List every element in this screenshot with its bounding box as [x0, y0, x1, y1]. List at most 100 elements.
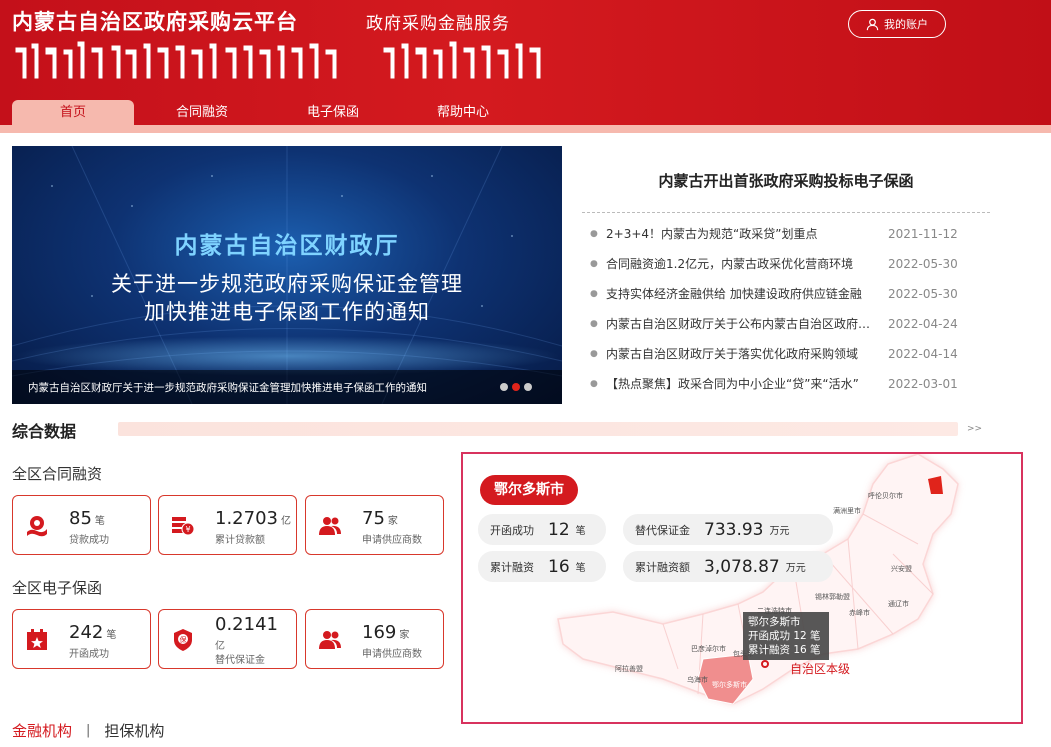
- service-subtitle: 政府采购金融服务: [366, 14, 510, 34]
- replace-deposit-label: 替代保证金: [215, 655, 265, 666]
- news-date: 2022-04-24: [888, 317, 958, 331]
- contract-suppliers-card[interactable]: 75 家 申请供应商数: [305, 495, 444, 555]
- loan-success-unit: 笔: [94, 516, 105, 527]
- users-icon: [319, 517, 341, 535]
- map-stat-financing-count: 累计融资 16 笔: [478, 551, 606, 582]
- institution-tabs: 金融机构 | 担保机构: [12, 720, 164, 741]
- banner-carousel[interactable]: 内蒙古自治区财政厅 关于进一步规范政府采购保证金管理 加快推进电子保函工作的通知…: [12, 146, 562, 404]
- map-stat-label: 替代保证金: [635, 523, 690, 537]
- bullet-icon: ●: [590, 259, 598, 269]
- site-header: 内蒙古自治区政府采购云平台 政府采购金融服务 我的账户 首页 合同融资 电子保函…: [0, 0, 1051, 133]
- news-item[interactable]: ● 2+3+4！内蒙古为规范“政采贷”划重点 2021-11-12: [590, 224, 962, 254]
- region-map-panel: 呼伦贝尔市 满洲里市 兴安盟 通辽市 赤峰市 锡林郭勒盟 二连浩特市 巴彦淖尔市…: [461, 452, 1023, 724]
- banner-line-2: 加快推进电子保函工作的通知: [144, 300, 430, 324]
- news-item[interactable]: ● 支持实体经济金融供给 加快建设政府供应链金融 2022-05-30: [590, 284, 962, 314]
- selected-region-pill: 鄂尔多斯市: [480, 475, 578, 505]
- map-label-xilingol: 锡林郭勒盟: [815, 593, 850, 601]
- tooltip-line-1: 开函成功 12 笔: [748, 630, 821, 642]
- total-loan-unit: 亿: [280, 516, 291, 527]
- bullet-icon: ●: [590, 349, 598, 359]
- banner-caption[interactable]: 内蒙古自治区财政厅关于进一步规范政府采购保证金管理加快推进电子保函工作的通知: [28, 380, 427, 395]
- tooltip-line-2: 累计融资 16 笔: [748, 644, 821, 656]
- map-stat-unit: 笔: [575, 526, 586, 537]
- total-loan-card[interactable]: ¥ 1.2703 亿 累计贷款额: [158, 495, 297, 555]
- news-title[interactable]: 【热点聚焦】政采合同为中小企业“贷”来“活水”: [606, 374, 874, 404]
- news-item[interactable]: ● 内蒙古自治区财政厅关于落实优化政府采购领域 2022-04-14: [590, 344, 962, 374]
- map-label-bayannur: 巴彦淖尔市: [691, 645, 726, 653]
- guarantee-suppliers-unit: 家: [399, 630, 410, 641]
- guarantee-suppliers-card[interactable]: 169 家 申请供应商数: [305, 609, 444, 669]
- map-stat-guarantee-success: 开函成功 12 笔: [478, 514, 606, 545]
- guarantee-success-value: 242: [69, 622, 104, 643]
- replace-deposit-card[interactable]: 保 0.2141 亿 替代保证金: [158, 609, 297, 669]
- tab-financial-institutions[interactable]: 金融机构: [12, 720, 72, 741]
- guarantee-suppliers-value: 169: [362, 622, 397, 643]
- map-stat-unit: 万元: [785, 563, 806, 574]
- loan-success-card[interactable]: 85 笔 贷款成功: [12, 495, 151, 555]
- map-label-hulunbuir: 呼伦贝尔市: [868, 492, 903, 500]
- map-stat-value: 12: [548, 519, 570, 540]
- map-stat-replace-deposit: 替代保证金 733.93 万元: [623, 514, 833, 545]
- news-title[interactable]: 合同融资逾1.2亿元，内蒙古政采优化营商环境: [606, 254, 874, 284]
- platform-title: 内蒙古自治区政府采购云平台: [12, 10, 298, 34]
- tab-guarantee-institutions[interactable]: 担保机构: [104, 720, 164, 741]
- news-item[interactable]: ● 【热点聚焦】政采合同为中小企业“贷”来“活水” 2022-03-01: [590, 374, 962, 404]
- nav-contract-financing[interactable]: 合同融资: [140, 100, 264, 127]
- e-guarantee-title: 全区电子保函: [12, 579, 103, 597]
- map-label-tongliao: 通辽市: [888, 600, 909, 608]
- autonomous-region-level-link[interactable]: 自治区本级: [790, 660, 850, 677]
- carousel-dot[interactable]: [500, 383, 508, 391]
- news-item[interactable]: ● 合同融资逾1.2亿元，内蒙古政采优化营商环境 2022-05-30: [590, 254, 962, 284]
- map-label-alxa: 阿拉善盟: [615, 665, 643, 673]
- shield-icon: 保: [174, 629, 192, 651]
- news-title[interactable]: 内蒙古自治区财政厅关于落实优化政府采购领域: [606, 344, 874, 374]
- contract-suppliers-label: 申请供应商数: [362, 535, 422, 546]
- money-icon: ¥: [172, 517, 195, 536]
- main-nav: 首页 合同融资 电子保函 帮助中心: [0, 100, 1051, 133]
- users-icon: [319, 631, 341, 649]
- my-account-label: 我的账户: [884, 18, 928, 31]
- map-stat-value: 733.93: [704, 519, 764, 540]
- nav-help-center[interactable]: 帮助中心: [400, 100, 526, 127]
- news-list: ● 2+3+4！内蒙古为规范“政采贷”划重点 2021-11-12 ● 合同融资逾1.…: [590, 224, 962, 404]
- guarantee-success-unit: 笔: [106, 630, 117, 641]
- tab-separator: |: [86, 723, 91, 738]
- handshake-icon: [27, 516, 47, 537]
- news-title[interactable]: 2+3+4！内蒙古为规范“政采贷”划重点: [606, 224, 874, 254]
- carousel-dot[interactable]: [524, 383, 532, 391]
- bullet-icon: ●: [590, 379, 598, 389]
- map-label-wuhai: 乌海市: [687, 676, 708, 684]
- news-title[interactable]: 内蒙古自治区财政厅关于公布内蒙古自治区政府采购: [606, 314, 874, 344]
- map-label-xinganmeng: 兴安盟: [891, 565, 912, 573]
- summary-more-link[interactable]: >>: [967, 424, 982, 434]
- contract-suppliers-unit: 家: [387, 516, 398, 527]
- news-date: 2022-05-30: [888, 257, 958, 271]
- banner-line-1: 关于进一步规范政府采购保证金管理: [111, 272, 463, 296]
- carousel-dot-active[interactable]: [512, 383, 520, 391]
- map-stat-label: 开函成功: [490, 523, 534, 537]
- guarantee-success-card[interactable]: 242 笔 开函成功: [12, 609, 151, 669]
- guarantee-suppliers-label: 申请供应商数: [362, 649, 422, 660]
- map-stat-unit: 笔: [575, 563, 586, 574]
- carousel-dots: [500, 383, 532, 391]
- total-loan-label: 累计贷款额: [215, 535, 265, 546]
- my-account-button[interactable]: 我的账户: [848, 10, 946, 38]
- svg-text:保: 保: [180, 635, 187, 644]
- banner-title: 内蒙古自治区财政厅: [174, 233, 400, 259]
- map-label-chifeng: 赤峰市: [849, 609, 870, 617]
- calendar-icon: [27, 629, 47, 650]
- nav-e-guarantee[interactable]: 电子保函: [270, 100, 396, 127]
- contract-financing-title: 全区合同融资: [12, 465, 103, 483]
- nav-home[interactable]: 首页: [12, 100, 134, 133]
- user-icon: [866, 18, 879, 30]
- bullet-icon: ●: [590, 289, 598, 299]
- map-label-ordos[interactable]: 鄂尔多斯市: [712, 680, 747, 690]
- news-title[interactable]: 支持实体经济金融供给 加快建设政府供应链金融: [606, 284, 874, 314]
- bullet-icon: ●: [590, 319, 598, 329]
- total-loan-value: 1.2703: [215, 508, 278, 529]
- news-item[interactable]: ● 内蒙古自治区财政厅关于公布内蒙古自治区政府采购 2022-04-24: [590, 314, 962, 344]
- news-headline[interactable]: 内蒙古开出首张政府采购投标电子保函: [582, 170, 990, 191]
- news-divider: [582, 212, 990, 213]
- loan-success-label: 贷款成功: [69, 535, 109, 546]
- map-stat-value: 16: [548, 556, 570, 577]
